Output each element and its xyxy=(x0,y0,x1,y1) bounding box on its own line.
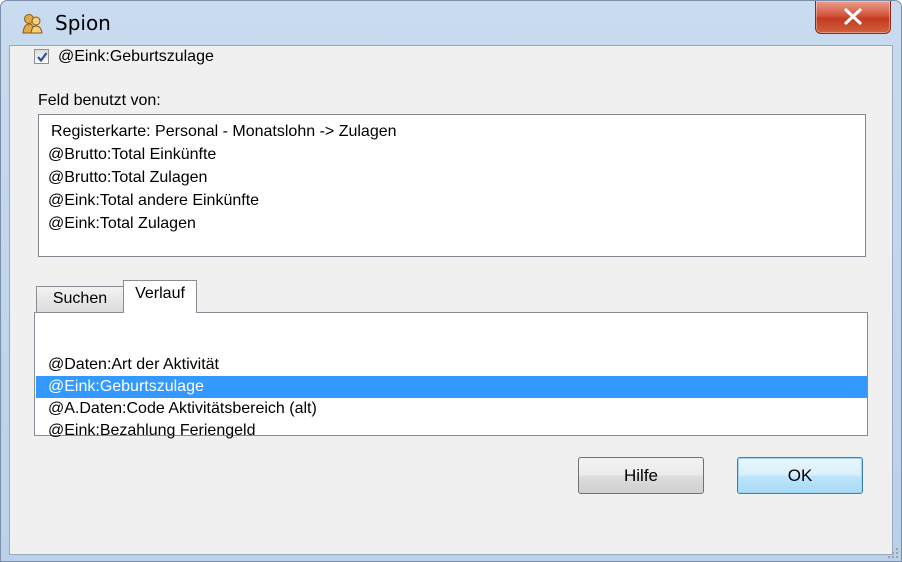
list-item[interactable]: @Brutto:Total Zulagen xyxy=(39,166,865,189)
close-icon xyxy=(844,8,862,25)
close-button[interactable] xyxy=(815,1,891,34)
spy-figure-icon xyxy=(21,13,43,35)
spion-dialog: Spion @Eink:Geburtszulage Feld benutzt v… xyxy=(0,0,902,562)
list-item[interactable]: @A.Daten:Code Aktivitätsbereich (alt) xyxy=(36,398,867,420)
field-checkbox-label: @Eink:Geburtszulage xyxy=(58,48,214,65)
list-item[interactable]: @Daten:Art der Aktivität xyxy=(36,354,867,376)
list-item[interactable]: @Eink:Bezahlung Feriengeld xyxy=(36,420,867,442)
list-item[interactable]: @Eink:Total andere Einkünfte xyxy=(39,189,865,212)
resize-grip-icon[interactable] xyxy=(887,547,899,559)
tab-suchen[interactable]: Suchen xyxy=(36,286,124,312)
tab-verlauf[interactable]: Verlauf xyxy=(123,280,197,313)
used-by-list[interactable]: Registerkarte: Personal - Monatslohn -> … xyxy=(38,114,866,257)
help-button[interactable]: Hilfe xyxy=(578,457,704,494)
history-list[interactable]: @Daten:Art der Aktivität @Eink:Geburtszu… xyxy=(36,354,867,439)
list-item[interactable]: @Eink:Total Zulagen xyxy=(39,212,865,235)
ok-button[interactable]: OK xyxy=(737,457,863,494)
window-title: Spion xyxy=(55,11,111,35)
field-checkbox[interactable] xyxy=(34,49,49,64)
list-item-selected[interactable]: @Eink:Geburtszulage xyxy=(36,376,867,398)
title-bar[interactable]: Spion xyxy=(1,1,901,45)
checkmark-icon xyxy=(37,52,48,63)
used-by-label: Feld benutzt von: xyxy=(38,92,161,109)
list-item[interactable]: Registerkarte: Personal - Monatslohn -> … xyxy=(39,120,865,143)
list-item[interactable]: @Brutto:Total Einkünfte xyxy=(39,143,865,166)
